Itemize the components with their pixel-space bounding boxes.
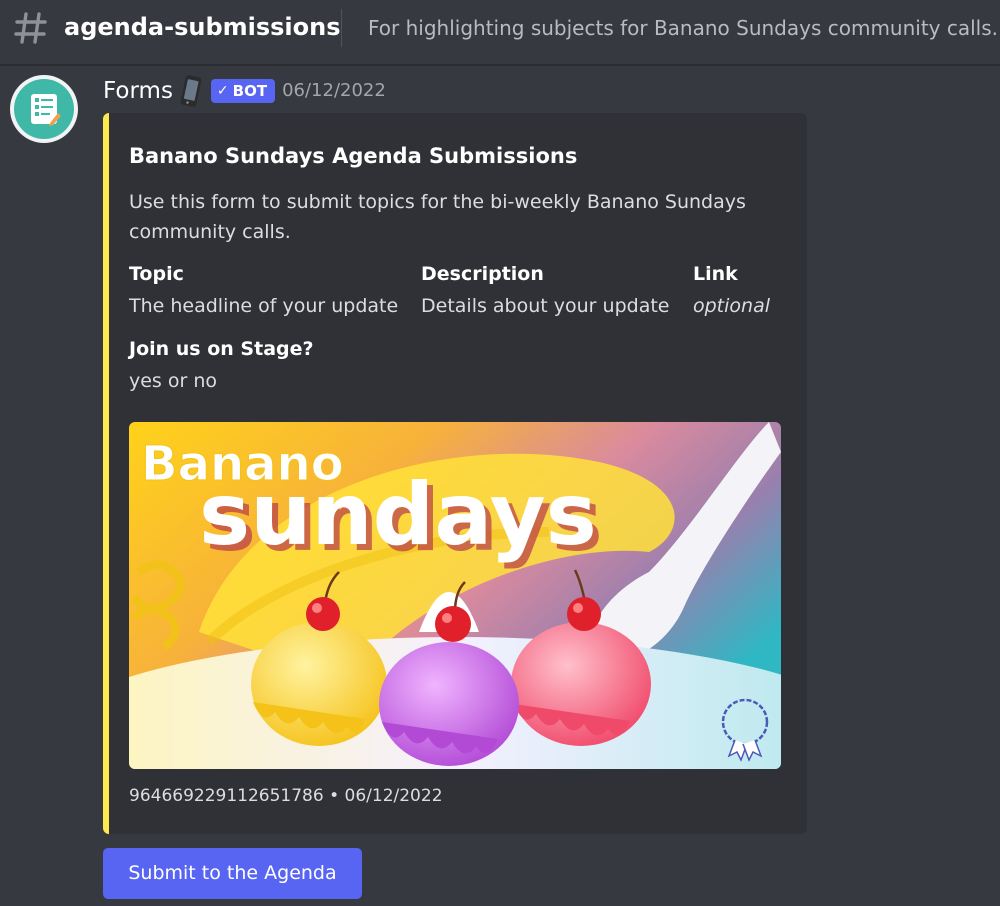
mobile-phone-icon	[180, 75, 202, 107]
bot-badge-label: BOT	[232, 82, 268, 100]
embed-field-topic: Topic The headline of your update	[129, 259, 398, 323]
embed-description: Use this form to submit topics for the b…	[129, 191, 746, 243]
field-value: The headline of your update	[129, 295, 399, 317]
embed-footer: 964669229112651786 • 06/12/2022	[129, 786, 443, 806]
embed-field-link: Link optional	[693, 259, 770, 323]
channel-name: agenda-submissions	[64, 13, 341, 41]
message-author-line: Forms ✓ BOT 06/12/2022	[103, 74, 386, 108]
submit-to-agenda-button[interactable]: Submit to the Agenda	[103, 848, 362, 899]
field-value: optional	[693, 295, 771, 317]
message-timestamp[interactable]: 06/12/2022	[282, 74, 386, 108]
field-name: Description	[421, 263, 544, 285]
channel-header: agenda-submissions For highlighting subj…	[0, 0, 1000, 66]
bot-badge: ✓ BOT	[210, 79, 276, 103]
banano-sundays-illustration: Banano sundays sundays	[129, 422, 781, 769]
embed-title: Banano Sundays Agenda Submissions	[129, 144, 578, 168]
author-name[interactable]: Forms	[103, 74, 173, 108]
field-name: Link	[693, 263, 738, 285]
checkmark-icon: ✓	[216, 83, 229, 99]
field-value: Details about your update	[421, 295, 670, 317]
embed-image[interactable]: Banano sundays sundays	[129, 422, 781, 769]
field-value: yes or no	[129, 370, 218, 392]
hashtag-icon	[14, 12, 47, 44]
embed-field-stage: Join us on Stage? yes or no	[129, 334, 314, 398]
embed-card: Banano Sundays Agenda Submissions Use th…	[103, 113, 807, 834]
channel-topic[interactable]: For highlighting subjects for Banano Sun…	[368, 12, 998, 44]
avatar[interactable]	[10, 75, 78, 143]
header-divider	[341, 9, 342, 47]
form-checklist-icon	[31, 94, 61, 126]
field-name: Topic	[129, 263, 184, 285]
field-name: Join us on Stage?	[129, 338, 314, 360]
embed-field-description: Description Details about your update	[421, 259, 669, 323]
image-word-sundays: sundays	[199, 465, 597, 565]
